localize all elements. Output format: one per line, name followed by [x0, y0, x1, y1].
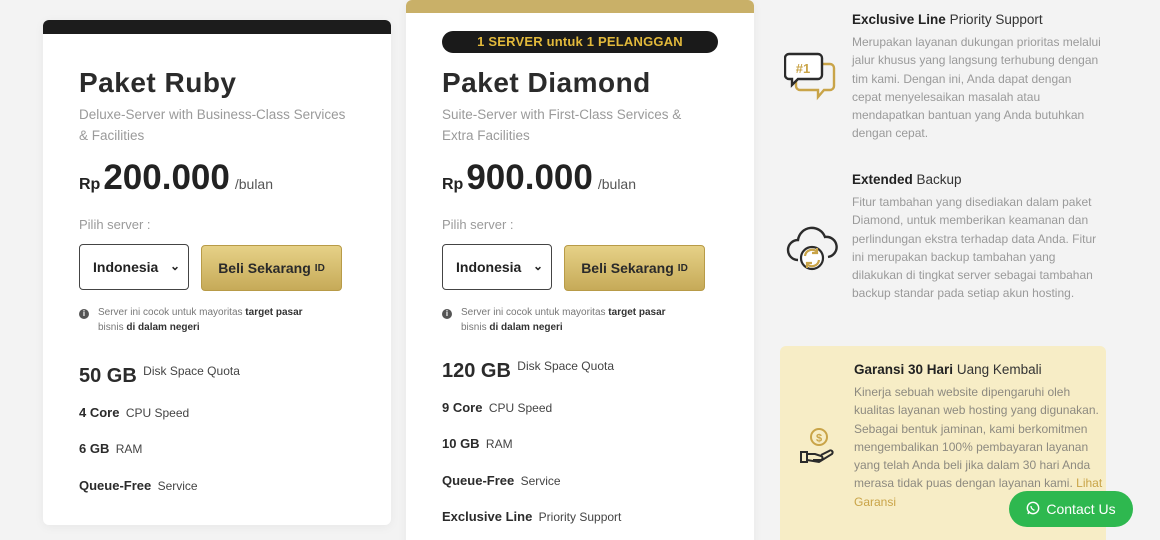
- cloud-backup-icon: [784, 220, 840, 281]
- contact-us-label: Contact Us: [1046, 501, 1116, 517]
- server-select[interactable]: Indonesia ⌄: [79, 244, 189, 290]
- price-currency: Rp: [79, 176, 101, 193]
- plan-name: Paket Ruby: [79, 67, 237, 98]
- info-icon: i: [442, 309, 452, 319]
- server-note-text: Server ini cocok untuk mayoritas target …: [98, 307, 303, 333]
- card-top-bar: [406, 0, 754, 13]
- server-note-text: Server ini cocok untuk mayoritas target …: [461, 307, 666, 333]
- benefit-guarantee: Garansi 30 Hari Uang Kembali Kinerja seb…: [854, 362, 1104, 511]
- money-back-hand-icon: $: [798, 426, 838, 471]
- server-select-value: Indonesia: [93, 259, 159, 275]
- price-period: /bulan: [234, 176, 274, 192]
- buy-button-flag: ID: [677, 262, 688, 274]
- support-chat-icon: #1: [783, 50, 838, 109]
- feature-disk: 50 GB Disk Space Quota: [79, 364, 240, 387]
- server-select-label: Pilih server :: [79, 217, 151, 232]
- svg-text:$: $: [816, 433, 822, 445]
- plan-subtitle: Suite-Server with First-Class Services &…: [442, 107, 682, 143]
- server-select[interactable]: Indonesia ⌄: [442, 244, 552, 290]
- benefit-title: Exclusive Line Priority Support: [852, 12, 1043, 27]
- svg-text:#1: #1: [796, 61, 810, 76]
- card-top-bar: [43, 20, 391, 34]
- price-currency: Rp: [442, 176, 464, 193]
- server-select-label: Pilih server :: [442, 217, 514, 232]
- buy-button-label: Beli Sekarang: [218, 260, 311, 276]
- benefit-extended-backup: Extended Backup Fitur tambahan yang dise…: [852, 172, 1102, 303]
- benefit-priority-support: Exclusive Line Priority Support Merupaka…: [852, 12, 1102, 143]
- chevron-down-icon: ⌄: [169, 259, 180, 273]
- buy-button-flag: ID: [314, 262, 325, 274]
- price-period: /bulan: [597, 176, 637, 192]
- plan-ribbon: 1 SERVER untuk 1 PELANGGAN: [442, 31, 718, 53]
- plan-name: Paket Diamond: [442, 67, 651, 98]
- benefit-description: Merupakan layanan dukungan prioritas mel…: [852, 35, 1101, 141]
- benefit-description: Fitur tambahan yang disediakan dalam pak…: [852, 195, 1097, 301]
- feature-cpu: 4 Core CPU Speed: [79, 405, 190, 420]
- feature-ram: 10 GB RAM: [442, 436, 513, 451]
- buy-button-label: Beli Sekarang: [581, 260, 674, 276]
- benefit-title: Extended Backup: [852, 172, 962, 187]
- plan-price: Rp200.000/bulan: [79, 158, 273, 198]
- feature-service: Queue-Free Service: [79, 478, 198, 493]
- feature-disk: 120 GB Disk Space Quota: [442, 359, 614, 382]
- buy-now-button[interactable]: Beli Sekarang ID: [201, 245, 342, 291]
- plan-subtitle: Deluxe-Server with Business-Class Servic…: [79, 107, 346, 143]
- server-note: i Server ini cocok untuk mayoritas targe…: [79, 305, 309, 335]
- server-note: i Server ini cocok untuk mayoritas targe…: [442, 305, 672, 335]
- plan-card-diamond: 1 SERVER untuk 1 PELANGGAN Paket Diamond…: [406, 0, 754, 540]
- feature-cpu: 9 Core CPU Speed: [442, 400, 553, 415]
- contact-us-button[interactable]: Contact Us: [1009, 491, 1133, 527]
- chevron-down-icon: ⌄: [532, 259, 543, 273]
- benefit-title: Garansi 30 Hari Uang Kembali: [854, 362, 1042, 377]
- feature-support: Exclusive Line Priority Support: [442, 509, 622, 524]
- plan-price: Rp900.000/bulan: [442, 158, 636, 198]
- info-icon: i: [79, 309, 89, 319]
- price-amount: 900.000: [466, 158, 593, 197]
- whatsapp-icon: [1026, 501, 1040, 518]
- buy-now-button[interactable]: Beli Sekarang ID: [564, 245, 705, 291]
- plan-card-ruby: Paket Ruby Deluxe-Server with Business-C…: [43, 20, 391, 525]
- price-amount: 200.000: [103, 158, 230, 197]
- feature-service: Queue-Free Service: [442, 473, 561, 488]
- server-select-value: Indonesia: [456, 259, 522, 275]
- feature-ram: 6 GB RAM: [79, 441, 143, 456]
